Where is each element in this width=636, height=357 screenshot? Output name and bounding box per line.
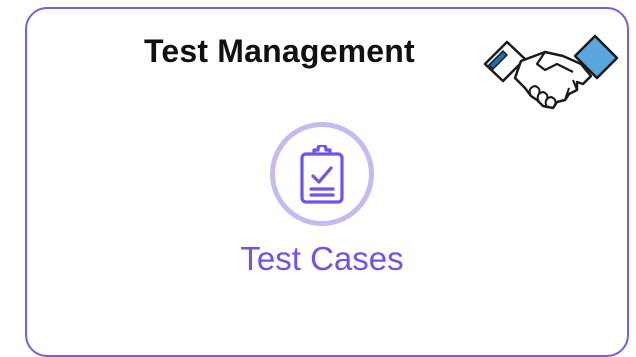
test-cases-tile[interactable]: Test Cases (200, 115, 450, 290)
clipboard-check-icon (270, 122, 374, 226)
handshake-icon (481, 28, 621, 110)
test-cases-label: Test Cases (240, 240, 404, 277)
panel-title: Test Management (144, 33, 415, 69)
